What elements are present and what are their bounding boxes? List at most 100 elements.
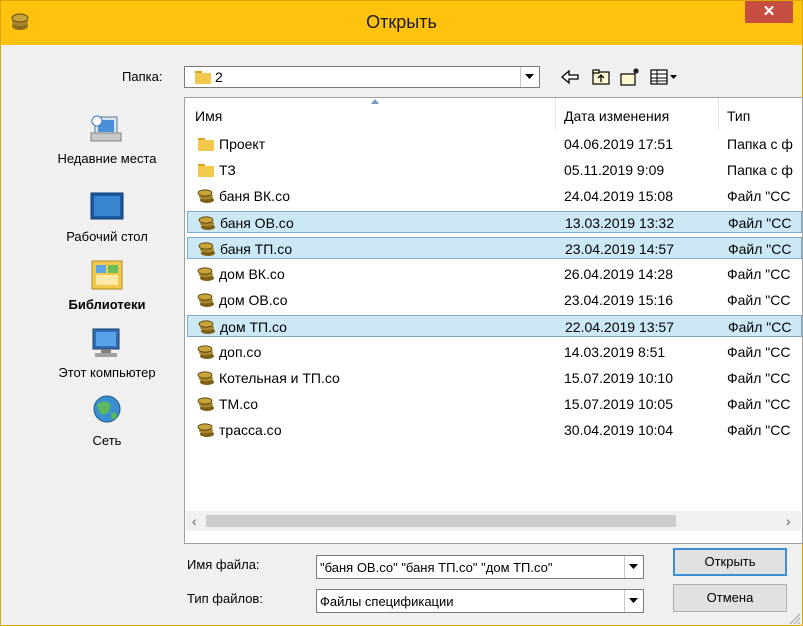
resize-grip-icon[interactable] — [787, 611, 801, 625]
column-date[interactable]: Дата изменения — [564, 108, 669, 124]
file-row[interactable]: дом ОВ.со 23.04.2019 15:16 Файл "CC — [187, 289, 802, 311]
place-recent[interactable]: Недавние места — [37, 111, 177, 175]
open-button[interactable]: Открыть — [673, 548, 787, 576]
file-type: Файл "CC — [727, 266, 791, 282]
scrollbar-thumb[interactable] — [206, 515, 676, 527]
file-date: 26.04.2019 14:28 — [564, 266, 673, 282]
cancel-button[interactable]: Отмена — [673, 584, 787, 612]
close-icon: ✕ — [762, 3, 776, 20]
place-computer[interactable]: Этот компьютер — [37, 325, 177, 385]
file-date: 15.07.2019 10:05 — [564, 396, 673, 412]
title-bar[interactable]: Открыть ✕ — [1, 1, 802, 45]
file-date: 14.03.2019 8:51 — [564, 344, 666, 360]
file-name: дом ТП.со — [220, 319, 287, 335]
file-row[interactable]: баня ВК.со 24.04.2019 15:08 Файл "CC — [187, 185, 802, 207]
file-row[interactable]: баня ОВ.со 13.03.2019 13:32 Файл "CC — [187, 211, 802, 233]
file-type: Файл "CC — [728, 215, 792, 231]
back-arrow-icon[interactable] — [559, 67, 581, 87]
file-row[interactable]: дом ВК.со 26.04.2019 14:28 Файл "CC — [187, 263, 802, 285]
filetype-select[interactable]: Файлы спецификации — [316, 589, 644, 613]
computer-icon — [92, 328, 120, 357]
filename-dropdown-button[interactable] — [624, 556, 643, 578]
file-row[interactable]: дом ТП.со 22.04.2019 13:57 Файл "CC — [187, 315, 802, 337]
places-bar: Недавние места Рабочий стол Библиотеки Э… — [37, 97, 177, 597]
file-list[interactable]: Имя Дата изменения Тип Проект 04.06.2019 … — [184, 97, 803, 544]
place-label: Этот компьютер — [58, 365, 156, 380]
file-date: 04.06.2019 17:51 — [564, 136, 673, 152]
place-label: Недавние места — [57, 151, 157, 166]
folder-icon — [195, 71, 211, 84]
coins-file-icon — [198, 215, 216, 231]
folder-icon — [197, 162, 215, 178]
filename-combobox[interactable]: "баня ОВ.со" "баня ТП.со" "дом ТП.со" — [316, 555, 644, 579]
file-name: доп.со — [219, 344, 262, 360]
file-type: Файл "CC — [727, 396, 791, 412]
file-name: баня ТП.со — [220, 241, 293, 257]
up-folder-icon[interactable] — [591, 67, 613, 87]
dialog-title: Открыть — [366, 12, 437, 32]
file-name: Проект — [219, 136, 266, 152]
coins-file-icon — [197, 422, 215, 438]
file-date: 15.07.2019 10:10 — [564, 370, 673, 386]
folder-combobox[interactable]: 2 — [184, 66, 540, 88]
file-row[interactable]: Проект 04.06.2019 17:51 Папка с ф — [187, 133, 802, 155]
file-name: дом ОВ.со — [219, 292, 288, 308]
column-separator[interactable] — [555, 98, 556, 130]
open-file-dialog: Открыть ✕ Папка: 2 Недавние места Рабочи… — [0, 0, 803, 626]
file-name: баня ОВ.со — [220, 215, 294, 231]
coins-file-icon — [197, 344, 215, 360]
file-date: 22.04.2019 13:57 — [565, 319, 674, 335]
close-button[interactable]: ✕ — [745, 1, 793, 23]
filetype-value: Файлы спецификации — [320, 594, 454, 609]
file-name: ТМ.со — [219, 396, 259, 412]
column-separator[interactable] — [718, 98, 719, 130]
column-type[interactable]: Тип — [727, 108, 750, 124]
folder-icon — [197, 136, 215, 152]
scroll-right-icon[interactable]: › — [786, 513, 791, 529]
desktop-icon — [90, 192, 124, 220]
filetype-dropdown-button[interactable] — [624, 590, 643, 612]
place-network[interactable]: Сеть — [37, 393, 177, 453]
file-row[interactable]: Котельная и ТП.со 15.07.2019 10:10 Файл "C… — [187, 367, 802, 389]
file-type: Файл "CC — [728, 319, 792, 335]
filename-label: Имя файла: — [187, 557, 260, 572]
view-menu-icon[interactable] — [649, 67, 679, 87]
file-row[interactable]: ТМ.со 15.07.2019 10:05 Файл "CC — [187, 393, 802, 415]
file-date: 05.11.2019 9:09 — [564, 162, 665, 178]
folder-label: Папка: — [122, 69, 163, 84]
recent-places-icon — [90, 115, 122, 142]
horizontal-scrollbar[interactable]: ‹ › — [186, 511, 801, 531]
file-type: Файл "CC — [727, 370, 791, 386]
file-date: 23.04.2019 14:57 — [565, 241, 674, 257]
file-name: дом ВК.со — [219, 266, 285, 282]
coins-file-icon — [197, 266, 215, 282]
filename-input[interactable]: "баня ОВ.со" "баня ТП.со" "дом ТП.со" — [320, 560, 553, 575]
file-type: Файл "CC — [727, 188, 791, 204]
file-row[interactable]: ТЗ 05.11.2019 9:09 Папка с ф — [187, 159, 802, 181]
coins-file-icon — [197, 396, 215, 412]
file-row[interactable]: баня ТП.со 23.04.2019 14:57 Файл "CC — [187, 237, 802, 259]
place-desktop[interactable]: Рабочий стол — [37, 189, 177, 247]
folder-dropdown-button[interactable] — [520, 67, 539, 87]
file-row[interactable]: трасса.со 30.04.2019 10:04 Файл "CC — [187, 419, 802, 441]
place-label: Библиотеки — [68, 297, 146, 312]
file-type: Папка с ф — [727, 162, 793, 178]
file-type: Файл "CC — [727, 344, 791, 360]
file-row[interactable]: доп.со 14.03.2019 8:51 Файл "CC — [187, 341, 802, 363]
column-name[interactable]: Имя — [195, 108, 222, 124]
place-libraries[interactable]: Библиотеки — [37, 257, 177, 317]
libraries-icon — [91, 260, 123, 290]
file-list-header: Имя Дата изменения Тип — [185, 98, 802, 130]
file-type: Файл "CC — [728, 241, 792, 257]
sort-ascending-icon — [371, 99, 379, 104]
coins-file-icon — [198, 319, 216, 335]
file-date: 23.04.2019 15:16 — [564, 292, 673, 308]
place-label: Сеть — [92, 433, 122, 448]
new-folder-icon[interactable] — [619, 67, 641, 87]
scroll-left-icon[interactable]: ‹ — [192, 513, 197, 529]
file-date: 30.04.2019 10:04 — [564, 422, 673, 438]
filetype-label: Тип файлов: — [187, 591, 263, 606]
coins-file-icon — [198, 241, 216, 257]
coins-file-icon — [197, 188, 215, 204]
coins-file-icon — [197, 370, 215, 386]
